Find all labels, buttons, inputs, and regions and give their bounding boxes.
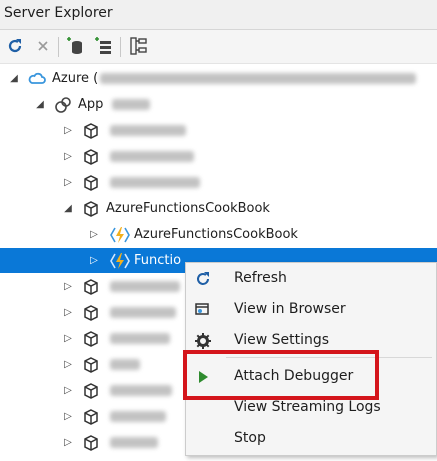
cube-icon bbox=[82, 434, 100, 452]
expanded-arrow-icon[interactable]: ◢ bbox=[62, 196, 74, 221]
collapsed-arrow-icon[interactable]: ▷ bbox=[88, 222, 100, 247]
redacted-text bbox=[110, 125, 186, 136]
tree-label: App bbox=[78, 97, 104, 112]
tree-node[interactable]: ▷ bbox=[0, 170, 437, 195]
tree-node-app-service[interactable]: ◢ App bbox=[0, 92, 437, 117]
cube-icon bbox=[82, 148, 100, 166]
cube-icon bbox=[82, 382, 100, 400]
redacted-text bbox=[110, 281, 180, 292]
collapsed-arrow-icon[interactable]: ▷ bbox=[62, 352, 74, 377]
cube-icon bbox=[82, 304, 100, 322]
redacted-text bbox=[110, 359, 140, 370]
menu-item-label: View Streaming Logs bbox=[234, 399, 381, 415]
refresh-icon[interactable] bbox=[4, 35, 26, 57]
redacted-text bbox=[100, 73, 416, 84]
tree-label: AzureFunctionsCookBook bbox=[134, 227, 298, 242]
menu-item-view-settings[interactable]: View Settings bbox=[186, 325, 436, 355]
menu-item-view-in-browser[interactable]: View in Browser bbox=[186, 294, 436, 324]
gear-icon bbox=[194, 331, 212, 349]
collapsed-arrow-icon[interactable]: ▷ bbox=[62, 430, 74, 455]
menu-separator bbox=[226, 357, 432, 358]
context-menu: Refresh View in Browser View Settings At… bbox=[185, 262, 437, 456]
azure-cloud-icon bbox=[28, 70, 46, 88]
app-service-icon bbox=[54, 96, 72, 114]
collapsed-arrow-icon[interactable]: ▷ bbox=[62, 326, 74, 351]
play-icon bbox=[194, 367, 212, 385]
hierarchy-icon[interactable] bbox=[128, 35, 150, 57]
redacted-text bbox=[110, 177, 200, 188]
menu-item-label: Attach Debugger bbox=[234, 368, 354, 384]
redacted-text bbox=[110, 307, 176, 318]
collapsed-arrow-icon[interactable]: ▷ bbox=[62, 300, 74, 325]
stop-icon[interactable] bbox=[32, 35, 54, 57]
browser-icon bbox=[194, 300, 212, 318]
collapsed-arrow-icon[interactable]: ▷ bbox=[62, 404, 74, 429]
redacted-text bbox=[110, 437, 158, 448]
function-app-icon bbox=[110, 226, 130, 244]
cube-icon bbox=[82, 356, 100, 374]
menu-item-label: View in Browser bbox=[234, 301, 346, 317]
cube-icon bbox=[82, 174, 100, 192]
redacted-text bbox=[110, 385, 172, 396]
redacted-text bbox=[110, 151, 194, 162]
cube-icon bbox=[82, 122, 100, 140]
collapsed-arrow-icon[interactable]: ▷ bbox=[62, 170, 74, 195]
redacted-text bbox=[110, 333, 170, 344]
redacted-text bbox=[112, 99, 150, 110]
cube-icon bbox=[82, 200, 100, 218]
collapsed-arrow-icon[interactable]: ▷ bbox=[62, 274, 74, 299]
function-app-icon bbox=[110, 252, 130, 270]
menu-item-label: Refresh bbox=[234, 270, 287, 286]
collapsed-arrow-icon[interactable]: ▷ bbox=[62, 144, 74, 169]
tree-node[interactable]: ▷ bbox=[0, 118, 437, 143]
tree-node-azure[interactable]: ◢ Azure ( bbox=[0, 66, 437, 91]
menu-item-stop[interactable]: Stop bbox=[186, 423, 436, 453]
menu-item-label: Stop bbox=[234, 430, 266, 446]
expanded-arrow-icon[interactable]: ◢ bbox=[34, 92, 46, 117]
toolbar-separator bbox=[120, 37, 121, 57]
refresh-icon bbox=[194, 269, 212, 287]
toolbar-separator bbox=[58, 37, 59, 57]
tree-label: Azure ( bbox=[52, 71, 99, 86]
tree-node[interactable]: ▷ bbox=[0, 144, 437, 169]
menu-item-attach-debugger[interactable]: Attach Debugger bbox=[186, 361, 436, 391]
tree-node-cookbook-function[interactable]: ▷ AzureFunctionsCookBook bbox=[0, 222, 437, 247]
connect-server-icon[interactable] bbox=[92, 35, 114, 57]
menu-item-refresh[interactable]: Refresh bbox=[186, 263, 436, 293]
collapsed-arrow-icon[interactable]: ▷ bbox=[88, 248, 100, 273]
window-title: Server Explorer bbox=[0, 0, 437, 30]
collapsed-arrow-icon[interactable]: ▷ bbox=[62, 118, 74, 143]
toolbar bbox=[0, 30, 437, 64]
expanded-arrow-icon[interactable]: ◢ bbox=[8, 66, 20, 91]
redacted-text bbox=[110, 411, 166, 422]
menu-item-view-streaming-logs[interactable]: View Streaming Logs bbox=[186, 392, 436, 422]
cube-icon bbox=[82, 278, 100, 296]
connect-database-icon[interactable] bbox=[64, 35, 86, 57]
cube-icon bbox=[82, 408, 100, 426]
menu-item-label: View Settings bbox=[234, 332, 330, 348]
cube-icon bbox=[82, 330, 100, 348]
tree-label: AzureFunctionsCookBook bbox=[106, 201, 270, 216]
collapsed-arrow-icon[interactable]: ▷ bbox=[62, 378, 74, 403]
tree-node-cookbook[interactable]: ◢ AzureFunctionsCookBook bbox=[0, 196, 437, 221]
tree-label: Functio bbox=[134, 253, 182, 268]
